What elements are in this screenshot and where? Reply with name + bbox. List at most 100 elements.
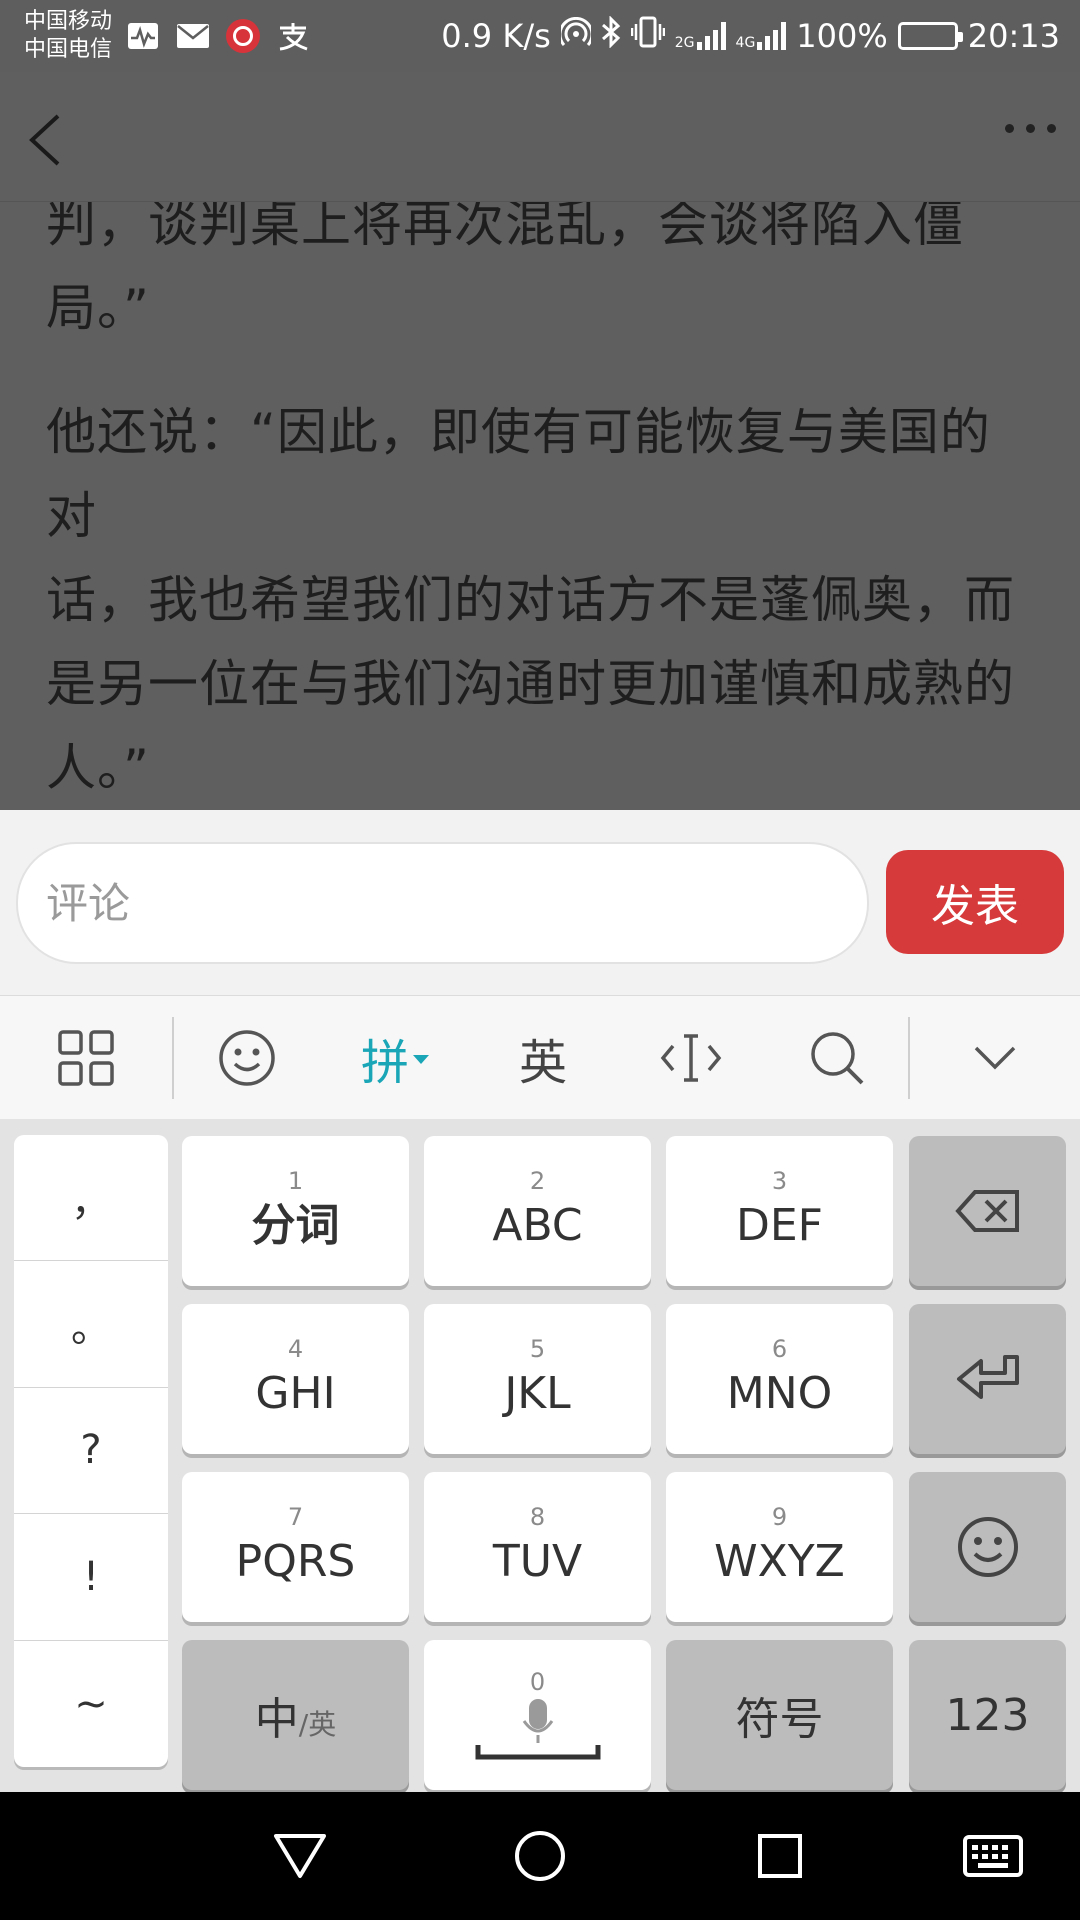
signal-1-tag: 2G: [674, 35, 695, 51]
punct-tilde-key[interactable]: ~: [14, 1641, 168, 1767]
key-3-def[interactable]: 3 DEF: [666, 1136, 893, 1286]
key-4-ghi[interactable]: 4 GHI: [182, 1304, 409, 1454]
key-number: 4: [287, 1335, 304, 1363]
comment-bar: 发表: [0, 810, 1080, 995]
apps-grid-icon[interactable]: [0, 996, 172, 1120]
netease-music-icon: [226, 19, 261, 53]
emoji-icon[interactable]: [174, 996, 320, 1120]
pinyin-label: 拼: [360, 1034, 409, 1091]
key-letters: JKL: [504, 1368, 571, 1419]
activity-monitor-icon: [126, 21, 160, 51]
carrier-2: 中国电信: [24, 37, 113, 62]
symbols-label: 符号: [735, 1694, 824, 1745]
key-5-jkl[interactable]: 5 JKL: [424, 1304, 651, 1454]
key-letters: WXYZ: [714, 1536, 845, 1587]
key-letters: ABC: [492, 1200, 583, 1251]
alipay-icon: [276, 21, 310, 51]
clock: 20:13: [967, 17, 1060, 55]
key-number: 9: [771, 1503, 788, 1531]
symbols-key[interactable]: 符号: [666, 1640, 893, 1790]
key-letters: 分词: [251, 1200, 340, 1251]
signal-1-icon: 2G: [675, 22, 726, 50]
key-letters: DEF: [736, 1200, 823, 1251]
more-options-icon[interactable]: [1005, 124, 1056, 133]
signal-2-icon: 4G: [736, 22, 787, 50]
key-number: 7: [287, 1503, 304, 1531]
key-9-wxyz[interactable]: 9 WXYZ: [666, 1472, 893, 1622]
comment-input[interactable]: [16, 842, 869, 964]
article-paragraph: 他还说：“因此，即使有可能恢复与美国的对 话，我也希望我们的对话方不是蓬佩奥，而…: [46, 390, 1036, 810]
key-number: 2: [529, 1167, 546, 1195]
back-icon[interactable]: [14, 102, 74, 178]
net-speed: 0.9 K/s: [441, 17, 551, 55]
hide-keyboard-chevron-down-icon[interactable]: [910, 996, 1080, 1120]
vibrate-icon: [630, 16, 666, 56]
key-number: 0: [529, 1668, 546, 1696]
punct-comma-key[interactable]: ，: [14, 1135, 168, 1262]
punct-question-key[interactable]: ?: [14, 1388, 168, 1515]
key-number: 6: [771, 1335, 788, 1363]
status-bar: 中国移动 中国电信 0.9 K/s 2G 4G 100% 20:13: [0, 0, 1080, 72]
english-mode-button[interactable]: 英: [470, 996, 616, 1120]
lang-sub-label: /英: [298, 1708, 337, 1741]
mail-icon: [176, 21, 210, 51]
punct-exclaim-key[interactable]: !: [14, 1514, 168, 1641]
key-letters: TUV: [492, 1536, 583, 1587]
hotspot-icon: [558, 16, 594, 55]
english-label: 英: [518, 1034, 567, 1091]
emoji-key[interactable]: [909, 1472, 1066, 1622]
battery-percent: 100%: [796, 17, 888, 55]
bluetooth-icon: [601, 15, 621, 56]
system-nav-bar: [0, 1792, 1080, 1920]
battery-icon: [897, 22, 963, 50]
keyboard-toolbar: 拼 英: [0, 995, 1080, 1119]
backspace-icon: [954, 1190, 1019, 1232]
key-letters: MNO: [726, 1368, 833, 1419]
publish-button[interactable]: 发表: [886, 850, 1064, 954]
key-letters: PQRS: [235, 1536, 356, 1587]
article-paragraph: 判，谈判桌上将再次混乱，会谈将陷入僵 局。”: [46, 182, 1036, 350]
key-number: 8: [529, 1503, 546, 1531]
language-switch-key[interactable]: 中 /英: [182, 1640, 409, 1790]
key-1-fenci[interactable]: 1 分词: [182, 1136, 409, 1286]
punct-period-key[interactable]: 。: [14, 1261, 168, 1388]
microphone-space-icon: [475, 1699, 600, 1760]
key-letters: GHI: [255, 1368, 336, 1419]
caret-down-icon: [413, 1055, 429, 1064]
numeric-label: 123: [945, 1689, 1030, 1741]
article-view: 判，谈判桌上将再次混乱，会谈将陷入僵 局。” 他还说：“因此，即使有可能恢复与美…: [0, 72, 1080, 810]
keyboard-switch-icon[interactable]: [958, 1824, 1028, 1888]
article-line: 人。”: [46, 739, 150, 797]
article-line: 他还说：“因此，即使有可能恢复与美国的对: [46, 403, 991, 545]
key-number: 3: [771, 1167, 788, 1195]
key-number: 1: [287, 1167, 304, 1195]
article-body: 判，谈判桌上将再次混乱，会谈将陷入僵 局。” 他还说：“因此，即使有可能恢复与美…: [46, 182, 1036, 810]
article-header: [0, 72, 1080, 202]
backspace-key[interactable]: [909, 1136, 1066, 1286]
article-line: 是另一位在与我们沟通时更加谨慎和成熟的: [46, 655, 1015, 713]
cursor-move-icon[interactable]: [616, 996, 766, 1120]
lang-main-label: 中: [254, 1694, 299, 1745]
key-6-mno[interactable]: 6 MNO: [666, 1304, 893, 1454]
carrier-names: 中国移动 中国电信: [24, 8, 112, 64]
enter-key[interactable]: [909, 1304, 1066, 1454]
enter-icon: [956, 1355, 1019, 1399]
key-8-tuv[interactable]: 8 TUV: [424, 1472, 651, 1622]
carrier-1: 中国移动: [24, 9, 113, 34]
key-2-abc[interactable]: 2 ABC: [424, 1136, 651, 1286]
signal-2-tag: 4G: [735, 35, 756, 51]
home-circle-icon[interactable]: [508, 1824, 572, 1888]
recents-square-icon[interactable]: [748, 1824, 812, 1888]
space-voice-key[interactable]: 0: [424, 1640, 651, 1790]
key-7-pqrs[interactable]: 7 PQRS: [182, 1472, 409, 1622]
key-number: 5: [529, 1335, 546, 1363]
back-triangle-icon[interactable]: [268, 1824, 332, 1888]
t9-keyboard: ， 。 ? ! ~ 1 分词 2 ABC 3 DEF 4 GHI 5 JKL 6…: [0, 1119, 1080, 1792]
article-line: 话，我也希望我们的对话方不是蓬佩奥，而: [46, 571, 1015, 629]
search-icon[interactable]: [766, 996, 908, 1120]
smiley-icon: [957, 1517, 1018, 1577]
pinyin-mode-button[interactable]: 拼: [320, 996, 470, 1120]
numeric-key[interactable]: 123: [909, 1640, 1066, 1790]
article-line: 局。”: [46, 279, 150, 337]
punctuation-column[interactable]: ， 。 ? ! ~: [14, 1135, 168, 1767]
